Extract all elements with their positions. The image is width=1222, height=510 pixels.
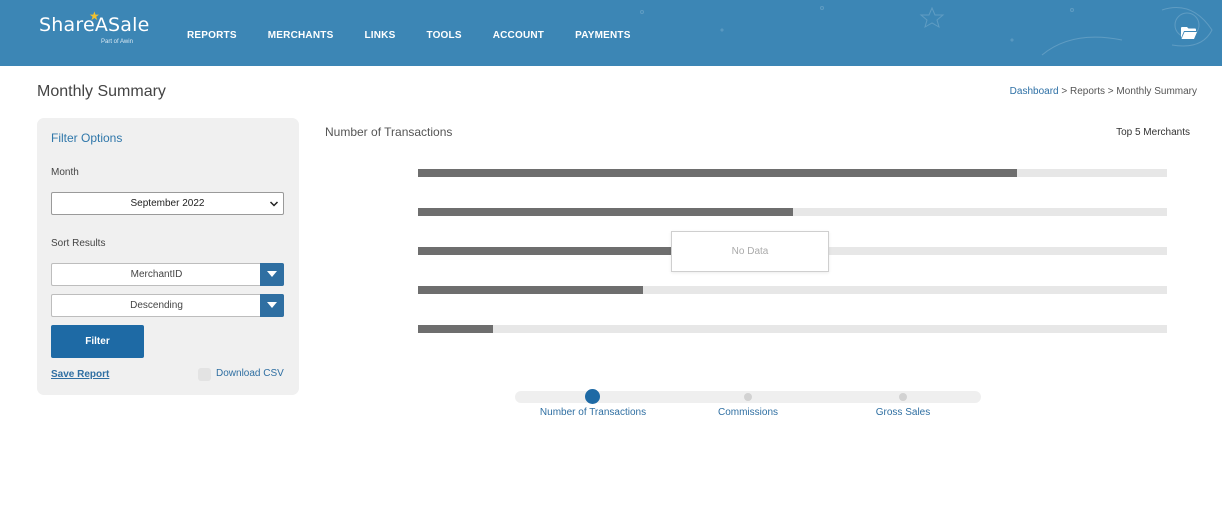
sort-by-select[interactable]: MerchantID [51,263,284,286]
main-nav: REPORTS MERCHANTS LINKS TOOLS ACCOUNT PA… [187,30,662,41]
month-label: Month [51,167,79,178]
header-decoration [640,6,1213,56]
logo-subtitle: Part of Awin [101,39,133,45]
top-header: ★ ShareASale Part of Awin REPORTS MERCHA… [0,0,1222,66]
page-title: Monthly Summary [37,83,166,100]
download-csv-checkbox[interactable] [198,368,211,381]
star-icon: ★ [89,9,100,23]
caret-down-icon [267,271,277,277]
breadcrumb: Dashboard > Reports > Monthly Summary [1010,86,1197,97]
chevron-down-icon [269,201,279,207]
sort-by-dropdown-button[interactable] [260,263,284,286]
bar-placeholder [418,247,673,255]
sort-order-select[interactable]: Descending [51,294,284,317]
filter-options-title: Filter Options [51,131,123,145]
shareasale-logo[interactable]: ★ ShareASale Part of Awin [39,10,150,45]
bar-placeholder [418,325,493,333]
slider-label-commissions[interactable]: Commissions [718,407,778,418]
caret-down-icon [267,302,277,308]
download-csv-label[interactable]: Download CSV [216,368,284,379]
nav-links[interactable]: LINKS [364,30,395,41]
breadcrumb-current: Monthly Summary [1116,86,1197,97]
nav-payments[interactable]: PAYMENTS [575,30,631,41]
nav-tools[interactable]: TOOLS [426,30,461,41]
slider-stop-gross-sales[interactable] [899,393,907,401]
bar-track [418,286,1167,294]
bar-placeholder [418,286,643,294]
save-report-link[interactable]: Save Report [51,369,109,380]
breadcrumb-separator: > [1061,86,1068,97]
bar-placeholder [418,208,793,216]
sort-order-value: Descending [130,300,183,311]
sort-results-label: Sort Results [51,238,106,249]
slider-stop-commissions[interactable] [744,393,752,401]
bar-track [418,208,1167,216]
slider-label-gross-sales[interactable]: Gross Sales [876,407,930,418]
filter-button[interactable]: Filter [51,325,144,358]
bar-track [418,325,1167,333]
bar-track [418,169,1167,177]
sort-order-dropdown-button[interactable] [260,294,284,317]
breadcrumb-dashboard-link[interactable]: Dashboard [1010,86,1059,97]
filter-panel: Filter Options Month September 2022 Sort… [37,118,299,395]
sort-by-value: MerchantID [130,269,183,280]
slider-label-transactions[interactable]: Number of Transactions [540,407,646,418]
nav-reports[interactable]: REPORTS [187,30,237,41]
chart-title: Number of Transactions [325,125,453,139]
month-select-value: September 2022 [130,198,205,209]
bar-placeholder [418,169,1018,177]
top-merchants-label: Top 5 Merchants [1116,127,1190,138]
folder-icon[interactable] [1181,27,1197,39]
nav-account[interactable]: ACCOUNT [493,30,544,41]
breadcrumb-separator: > [1107,86,1114,97]
month-select[interactable]: September 2022 [51,192,284,215]
no-data-overlay: No Data [671,231,829,272]
nav-merchants[interactable]: MERCHANTS [268,30,334,41]
slider-handle-transactions[interactable] [585,389,600,404]
breadcrumb-reports: Reports [1070,86,1106,97]
